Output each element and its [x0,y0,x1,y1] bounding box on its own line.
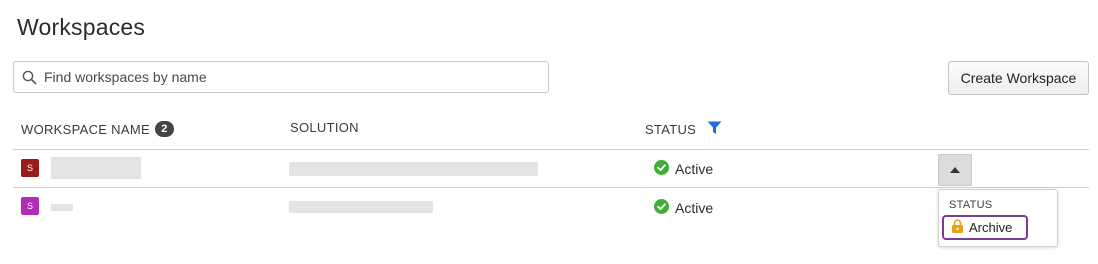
status-cell: Active [654,199,713,217]
workspace-count-badge: 2 [154,121,174,137]
workspace-name-header-label: WORKSPACE NAME [21,121,150,137]
check-circle-icon [654,199,669,217]
search-icon [22,70,37,84]
page-title: Workspaces [17,14,146,40]
archive-menu-item[interactable]: Archive [942,215,1028,240]
search-input[interactable] [42,68,548,86]
check-circle-icon [654,160,669,178]
search-box[interactable] [13,61,549,93]
status-label: Active [675,200,714,216]
column-header-solution[interactable]: SOLUTION [290,120,359,135]
status-label: Active [675,161,714,177]
column-header-workspace-name[interactable]: WORKSPACE NAME 2 [21,121,174,137]
caret-up-icon [950,167,960,173]
table-row[interactable]: S Active [13,150,1089,187]
solution-redacted [289,201,433,213]
workspace-avatar: S [21,197,39,215]
create-workspace-button[interactable]: Create Workspace [948,61,1089,95]
workspace-avatar: S [21,159,39,177]
workspace-name-redacted[interactable] [51,204,73,211]
lock-icon [951,219,964,236]
solution-redacted [289,162,538,176]
archive-label: Archive [969,220,1013,235]
status-header-label: STATUS [645,122,697,137]
status-cell: Active [654,160,713,178]
table-row[interactable]: S Active [13,188,1089,225]
status-dropdown-menu: STATUS Archive [938,189,1058,247]
dropdown-header: STATUS [949,199,993,211]
filter-icon[interactable] [707,121,722,138]
column-header-status[interactable]: STATUS [645,121,722,138]
workspace-name-redacted[interactable] [51,157,141,179]
status-menu-toggle-button[interactable] [938,154,972,186]
solution-header-label: SOLUTION [290,120,359,135]
